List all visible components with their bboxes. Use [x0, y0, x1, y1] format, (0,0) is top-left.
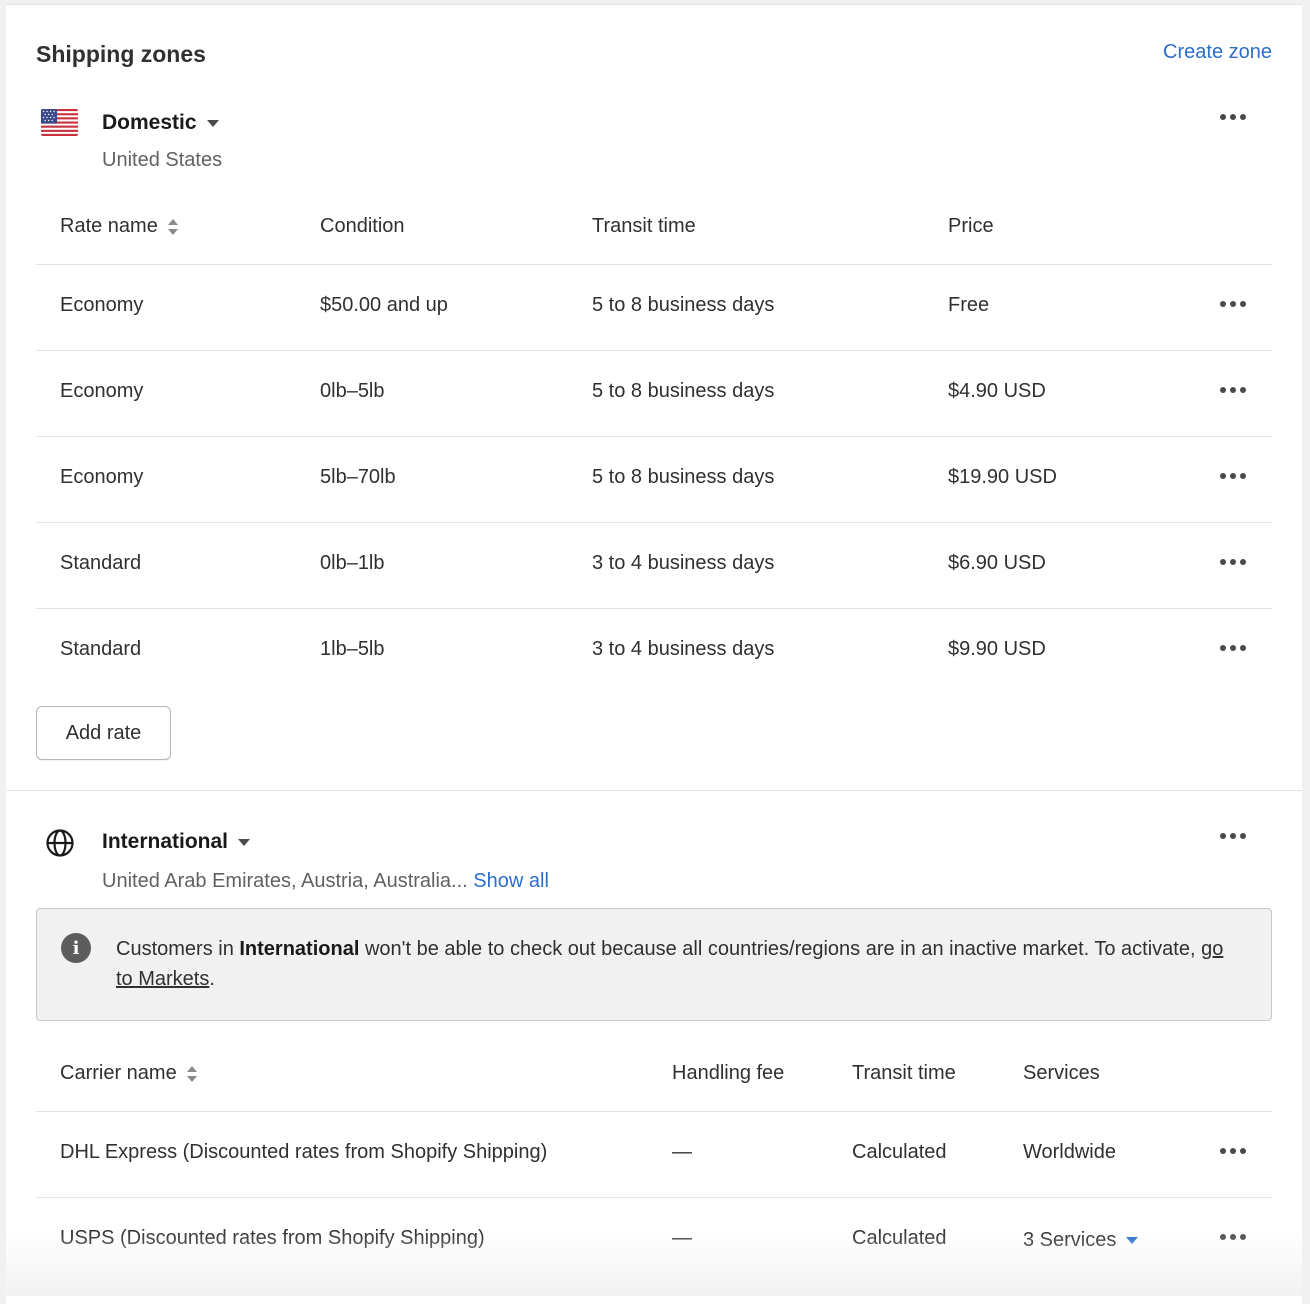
- inactive-market-banner: i Customers in International won't be ab…: [36, 908, 1272, 1021]
- column-transit-time-header: Transit time: [852, 1062, 956, 1084]
- chevron-down-icon: [238, 838, 251, 846]
- row-more-icon[interactable]: [1218, 466, 1248, 486]
- row-divider: [36, 608, 1272, 609]
- rate-name: Standard: [60, 552, 142, 574]
- banner-message: Customers in International won't be able…: [116, 938, 1224, 990]
- services-dropdown[interactable]: 3 Services: [1023, 1229, 1139, 1252]
- zone-international-countries: United Arab Emirates, Austria, Australia…: [102, 870, 468, 892]
- zone-international-name: International: [102, 830, 229, 853]
- rate-condition: 0lb–1lb: [320, 552, 385, 574]
- show-all-link[interactable]: Show all: [473, 870, 549, 892]
- zone-international-more-icon[interactable]: [1218, 826, 1248, 846]
- row-more-icon[interactable]: [1218, 1141, 1248, 1161]
- add-rate-button[interactable]: Add rate: [36, 706, 171, 760]
- row-more-icon[interactable]: [1218, 638, 1248, 658]
- row-more-icon[interactable]: [1218, 380, 1248, 400]
- zone-international-countries-line: United Arab Emirates, Austria, Australia…: [102, 870, 549, 893]
- zone-divider: [6, 790, 1302, 791]
- table-divider: [36, 264, 1272, 265]
- carrier-services: Worldwide: [1023, 1141, 1116, 1163]
- rate-transit: 3 to 4 business days: [592, 552, 775, 574]
- zone-international-toggle[interactable]: International: [102, 830, 251, 854]
- zone-domestic-countries: United States: [102, 149, 223, 171]
- column-handling-fee-header: Handling fee: [672, 1062, 785, 1084]
- section-title: Shipping zones: [36, 41, 206, 67]
- rate-price: $4.90 USD: [948, 380, 1046, 402]
- chevron-down-icon: [206, 119, 219, 127]
- column-services-header: Services: [1023, 1062, 1100, 1084]
- rate-transit: 5 to 8 business days: [592, 466, 775, 488]
- carrier-name: USPS (Discounted rates from Shopify Ship…: [60, 1227, 485, 1249]
- rate-condition: 5lb–70lb: [320, 466, 396, 488]
- sort-icon: [167, 218, 178, 235]
- carrier-name: DHL Express (Discounted rates from Shopi…: [60, 1141, 548, 1163]
- column-carrier-name-header[interactable]: Carrier name: [60, 1062, 197, 1085]
- zone-domestic-name: Domestic: [102, 111, 197, 134]
- rate-transit: 5 to 8 business days: [592, 380, 775, 402]
- chevron-down-icon: [1126, 1237, 1139, 1245]
- create-zone-link[interactable]: Create zone: [1163, 41, 1272, 64]
- zone-domestic-toggle[interactable]: Domestic: [102, 111, 219, 135]
- row-more-icon[interactable]: [1218, 552, 1248, 572]
- row-divider: [36, 522, 1272, 523]
- carrier-fee: —: [672, 1141, 692, 1163]
- column-transit-time-header: Transit time: [592, 215, 696, 237]
- carrier-transit: Calculated: [852, 1141, 947, 1163]
- rate-name: Economy: [60, 466, 144, 488]
- row-divider: [36, 436, 1272, 437]
- sort-icon: [186, 1065, 197, 1082]
- rate-transit: 3 to 4 business days: [592, 638, 775, 660]
- rate-condition: 0lb–5lb: [320, 380, 385, 402]
- table-divider: [36, 1111, 1272, 1112]
- column-rate-name-header[interactable]: Rate name: [60, 215, 178, 238]
- row-divider: [36, 1197, 1272, 1198]
- rate-price: Free: [948, 294, 990, 316]
- row-more-icon[interactable]: [1218, 1227, 1248, 1247]
- rate-condition: $50.00 and up: [320, 294, 448, 316]
- zone-domestic-more-icon[interactable]: [1218, 107, 1248, 127]
- rate-condition: 1lb–5lb: [320, 638, 385, 660]
- globe-icon: [45, 828, 75, 858]
- rate-price: $9.90 USD: [948, 638, 1046, 660]
- info-icon: i: [61, 933, 91, 963]
- column-condition-header: Condition: [320, 215, 405, 237]
- carrier-transit: Calculated: [852, 1227, 947, 1249]
- row-more-icon[interactable]: [1218, 294, 1248, 314]
- rate-transit: 5 to 8 business days: [592, 294, 775, 316]
- us-flag-icon: [41, 109, 78, 136]
- column-price-header: Price: [948, 215, 994, 237]
- rate-name: Standard: [60, 638, 142, 660]
- rate-name: Economy: [60, 294, 144, 316]
- carrier-fee: —: [672, 1227, 692, 1249]
- rate-name: Economy: [60, 380, 144, 402]
- rate-price: $6.90 USD: [948, 552, 1046, 574]
- shipping-zones-card: Shipping zones Create zone Domestic Unit…: [6, 4, 1302, 1304]
- row-divider: [36, 350, 1272, 351]
- rate-price: $19.90 USD: [948, 466, 1057, 488]
